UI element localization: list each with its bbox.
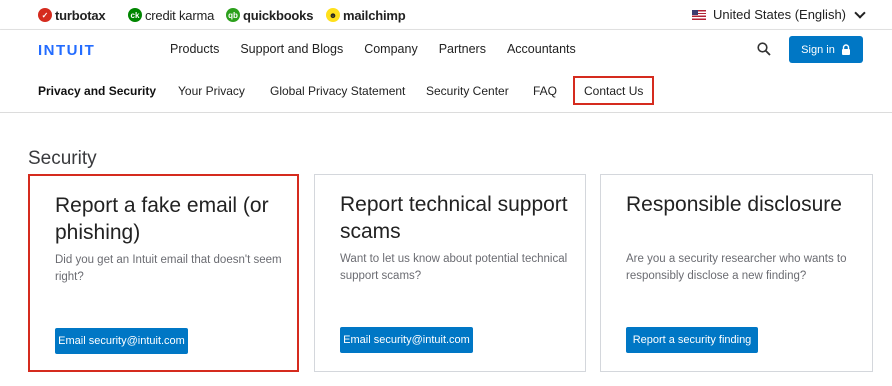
creditkarma-link[interactable]: ck credit karma (128, 7, 214, 23)
card-title: Report technical support scams (340, 191, 568, 245)
card-desc-line: Want to let us know about potential tech… (340, 253, 568, 265)
tab-privacy-and-security[interactable]: Privacy and Security (38, 84, 156, 98)
signin-button[interactable]: Sign in (789, 36, 863, 63)
turbotax-link[interactable]: ✓ turbotax (38, 7, 106, 23)
card-desc-line: Did you get an Intuit email that doesn't… (55, 254, 282, 266)
card-report-phishing: Report a fake email (or phishing) Did yo… (28, 174, 299, 372)
nav-link-company[interactable]: Company (364, 42, 418, 56)
tab-your-privacy[interactable]: Your Privacy (178, 84, 245, 98)
email-security-button[interactable]: Email security@intuit.com (340, 327, 473, 353)
card-title-line: scams (340, 220, 401, 243)
email-security-button[interactable]: Email security@intuit.com (55, 328, 188, 354)
tab-global-privacy-statement[interactable]: Global Privacy Statement (270, 84, 405, 98)
card-report-scams: Report technical support scams Want to l… (314, 174, 586, 372)
turbotax-logo-icon: ✓ (38, 8, 52, 22)
lock-icon (841, 44, 850, 55)
card-desc-line: responsibly disclose a new finding? (626, 270, 807, 282)
chevron-down-icon (854, 6, 866, 19)
card-responsible-disclosure: Responsible disclosure Are you a securit… (600, 174, 873, 372)
card-desc-line: Are you a security researcher who wants … (626, 253, 847, 265)
mailchimp-link[interactable]: ☻ mailchimp (326, 7, 406, 23)
report-security-finding-button[interactable]: Report a security finding (626, 327, 758, 353)
card-title-line: Report a fake email (or (55, 194, 269, 217)
card-title-line: Report technical support (340, 193, 568, 216)
sub-nav: Privacy and Security Your Privacy Global… (0, 70, 892, 113)
brand-bar: ✓ turbotax ck credit karma qb quickbooks… (0, 0, 892, 30)
card-title: Responsible disclosure (626, 193, 842, 216)
tab-security-center[interactable]: Security Center (426, 84, 509, 98)
quickbooks-logo-icon: qb (226, 8, 240, 22)
card-description: Are you a security researcher who wants … (626, 251, 847, 285)
intuit-logo[interactable]: INTUIT (38, 42, 95, 59)
quickbooks-label: quickbooks (243, 7, 314, 23)
nav-link-partners[interactable]: Partners (439, 42, 486, 56)
contact-us-highlight (573, 76, 654, 105)
creditkarma-label: credit karma (145, 7, 215, 23)
mailchimp-logo-icon: ☻ (326, 8, 340, 22)
card-desc-line: support scams? (340, 270, 422, 282)
nav-link-accountants[interactable]: Accountants (507, 42, 576, 56)
quickbooks-link[interactable]: qb quickbooks (226, 7, 313, 23)
tab-faq[interactable]: FAQ (533, 84, 557, 98)
turbotax-label: turbotax (55, 7, 106, 23)
locale-label: United States (English) (713, 7, 846, 22)
card-title: Report a fake email (or phishing) (55, 192, 269, 246)
section-title: Security (28, 148, 97, 169)
nav-link-support[interactable]: Support and Blogs (240, 42, 343, 56)
nav-link-products[interactable]: Products (170, 42, 219, 56)
card-description: Want to let us know about potential tech… (340, 251, 567, 285)
card-description: Did you get an Intuit email that doesn't… (55, 252, 282, 286)
nav-links: Products Support and Blogs Company Partn… (170, 42, 597, 56)
signin-label: Sign in (801, 43, 835, 56)
mailchimp-label: mailchimp (343, 7, 406, 23)
locale-selector[interactable]: United States (English) (692, 6, 866, 22)
card-title-line: phishing) (55, 221, 141, 244)
search-icon[interactable] (757, 42, 771, 56)
creditkarma-logo-icon: ck (128, 8, 142, 22)
us-flag-icon (692, 9, 707, 20)
card-desc-line: right? (55, 271, 84, 283)
